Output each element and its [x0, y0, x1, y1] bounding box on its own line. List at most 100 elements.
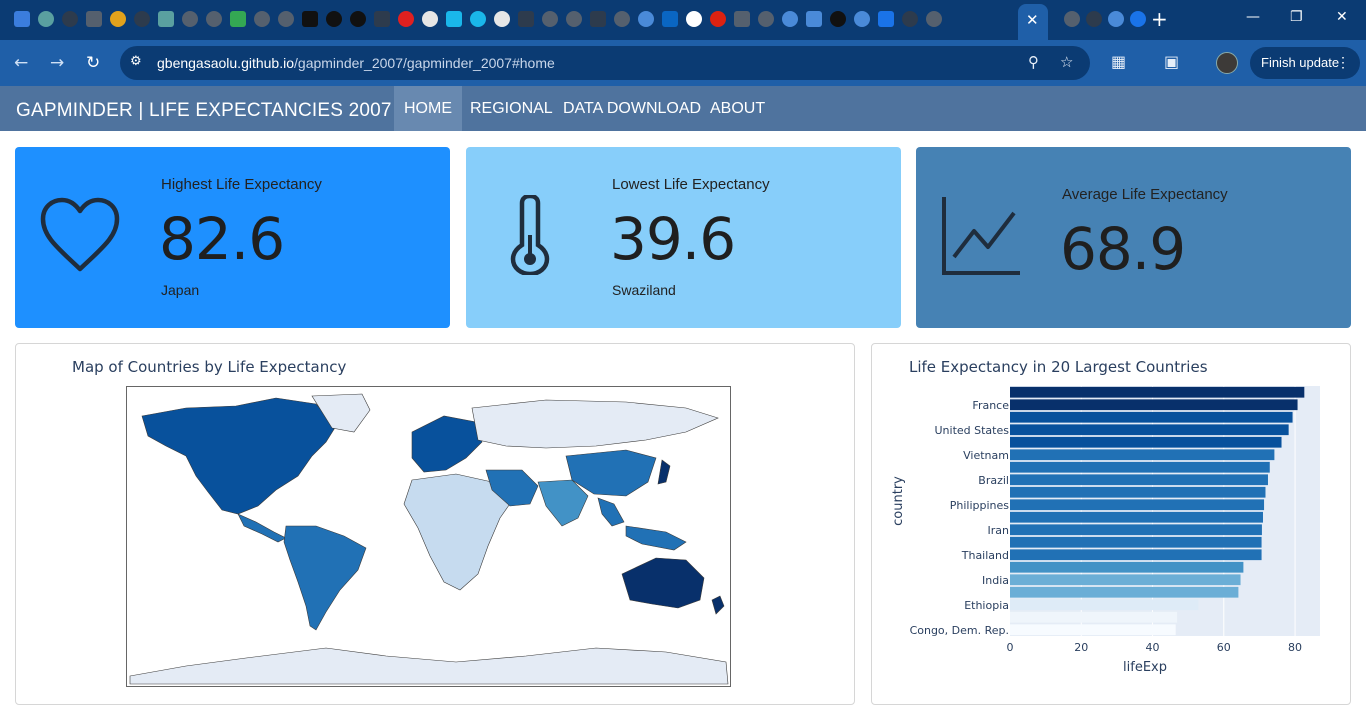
- bar[interactable]: [1010, 474, 1268, 486]
- tab-favicon-icon[interactable]: [638, 11, 654, 27]
- bar[interactable]: [1010, 511, 1263, 523]
- tab-favicon-icon[interactable]: [926, 11, 942, 27]
- bar[interactable]: [1010, 574, 1241, 586]
- tab-favicon-icon[interactable]: [470, 11, 486, 27]
- card-value: 39.6: [610, 205, 736, 273]
- tab-favicon-icon[interactable]: [230, 11, 246, 27]
- tab-favicon-icon[interactable]: [614, 11, 630, 27]
- tab-favicon-icon[interactable]: [734, 11, 750, 27]
- forward-arrow-icon[interactable]: →: [50, 53, 64, 73]
- bar[interactable]: [1010, 549, 1262, 561]
- tab-close-icon[interactable]: ✕: [1026, 11, 1039, 29]
- minimize-button[interactable]: —: [1246, 9, 1260, 25]
- tab-favicon-icon[interactable]: [878, 11, 894, 27]
- profile-avatar[interactable]: [1216, 52, 1238, 74]
- tab-favicon-icon[interactable]: [1130, 11, 1146, 27]
- lowest-life-expectancy-card: Lowest Life Expectancy 39.6 Swaziland: [466, 147, 901, 328]
- bookmark-star-icon[interactable]: ☆: [1060, 53, 1073, 71]
- tab-favicon-icon[interactable]: [494, 11, 510, 27]
- tab-favicon-icon[interactable]: [1064, 11, 1080, 27]
- tab-favicon-icon[interactable]: [830, 11, 846, 27]
- bar[interactable]: [1010, 461, 1270, 473]
- bar[interactable]: [1010, 599, 1199, 611]
- tab-favicon-icon[interactable]: [302, 11, 318, 27]
- close-window-button[interactable]: ✕: [1336, 9, 1348, 25]
- bar[interactable]: [1010, 411, 1293, 423]
- tab-favicon-icon[interactable]: [662, 11, 678, 27]
- reload-icon[interactable]: ↻: [86, 53, 100, 73]
- bar[interactable]: [1010, 499, 1265, 511]
- nav-regional[interactable]: REGIONAL: [460, 86, 563, 131]
- tab-favicon-icon[interactable]: [1108, 11, 1124, 27]
- extensions-icon[interactable]: ▦: [1111, 52, 1126, 71]
- tab-favicon-icon[interactable]: [782, 11, 798, 27]
- bar[interactable]: [1010, 624, 1176, 636]
- cast-search-icon[interactable]: ▣: [1164, 52, 1179, 71]
- tab-favicon-icon[interactable]: [110, 11, 126, 27]
- bar[interactable]: [1010, 561, 1244, 573]
- bar[interactable]: [1010, 536, 1262, 548]
- bar[interactable]: [1010, 424, 1289, 436]
- bar[interactable]: [1010, 586, 1239, 598]
- tab-favicon-icon[interactable]: [854, 11, 870, 27]
- heart-icon: [40, 197, 120, 272]
- card-title: Lowest Life Expectancy: [612, 176, 770, 193]
- back-arrow-icon[interactable]: ←: [14, 53, 28, 73]
- tab-favicon-icon[interactable]: [134, 11, 150, 27]
- url-text[interactable]: gbengasaolu.github.io/gapminder_2007/gap…: [157, 55, 555, 71]
- bar[interactable]: [1010, 386, 1305, 398]
- address-bar[interactable]: ⚙ gbengasaolu.github.io/gapminder_2007/g…: [120, 46, 1090, 80]
- bar[interactable]: [1010, 486, 1266, 498]
- tab-favicon-icon[interactable]: [758, 11, 774, 27]
- y-tick-label: Ethiopia: [964, 599, 1009, 612]
- tab-favicon-icon[interactable]: [566, 11, 582, 27]
- nav-data-download[interactable]: DATA DOWNLOAD: [553, 86, 711, 131]
- menu-dots-icon[interactable]: ⋮: [1336, 54, 1350, 71]
- tab-favicon-icon[interactable]: [350, 11, 366, 27]
- tab-favicon-icon[interactable]: [710, 11, 726, 27]
- tab-favicon-icon[interactable]: [158, 11, 174, 27]
- tab-favicon-icon[interactable]: [902, 11, 918, 27]
- tab-favicon-icon[interactable]: [446, 11, 462, 27]
- bar[interactable]: [1010, 436, 1282, 448]
- bar[interactable]: [1010, 399, 1298, 411]
- site-info-icon[interactable]: ⚙: [130, 54, 148, 72]
- life-expectancy-bar-chart[interactable]: France United States Vietnam Brazil Philippi…: [872, 344, 1350, 704]
- bar[interactable]: [1010, 449, 1275, 461]
- tab-favicon-icon[interactable]: [374, 11, 390, 27]
- tab-favicon-icon[interactable]: [422, 11, 438, 27]
- nav-home[interactable]: HOME: [394, 86, 462, 131]
- plot-background: [1010, 386, 1320, 636]
- tab-favicon-icon[interactable]: [14, 11, 30, 27]
- app-navbar: GAPMINDER | LIFE EXPECTANCIES 2007 HOME …: [0, 86, 1366, 131]
- tab-favicon-icon[interactable]: [278, 11, 294, 27]
- bar[interactable]: [1010, 611, 1178, 623]
- finish-update-button[interactable]: Finish update ⋮: [1250, 47, 1360, 79]
- restore-button[interactable]: ❐: [1290, 9, 1303, 25]
- bar[interactable]: [1010, 524, 1262, 536]
- tab-favicon-icon[interactable]: [542, 11, 558, 27]
- tab-favicon-icon[interactable]: [590, 11, 606, 27]
- tab-favicon-icon[interactable]: [206, 11, 222, 27]
- y-tick-label: Vietnam: [963, 449, 1009, 462]
- tab-favicon-icon[interactable]: [686, 11, 702, 27]
- choropleth-map[interactable]: [126, 386, 732, 688]
- tab-favicon-icon[interactable]: [326, 11, 342, 27]
- y-tick-labels: France United States Vietnam Brazil Philippi…: [910, 399, 1010, 637]
- tab-favicon-icon[interactable]: [86, 11, 102, 27]
- nav-about[interactable]: ABOUT: [700, 86, 775, 131]
- new-tab-button[interactable]: +: [1151, 7, 1168, 31]
- tab-favicon-icon[interactable]: [62, 11, 78, 27]
- tab-favicon-icon[interactable]: [1086, 11, 1102, 27]
- x-axis-label: lifeExp: [1123, 660, 1167, 675]
- tab-favicon-icon[interactable]: [518, 11, 534, 27]
- zoom-icon[interactable]: ⚲: [1028, 53, 1039, 71]
- tab-favicon-icon[interactable]: [38, 11, 54, 27]
- tab-favicon-icon[interactable]: [182, 11, 198, 27]
- tab-favicon-icon[interactable]: [806, 11, 822, 27]
- tab-favicon-icon[interactable]: [254, 11, 270, 27]
- active-tab[interactable]: ✕: [1018, 4, 1048, 40]
- url-host: gbengasaolu.github.io: [157, 55, 295, 71]
- tab-favicon-icon[interactable]: [398, 11, 414, 27]
- brand-title[interactable]: GAPMINDER | LIFE EXPECTANCIES 2007: [16, 100, 392, 122]
